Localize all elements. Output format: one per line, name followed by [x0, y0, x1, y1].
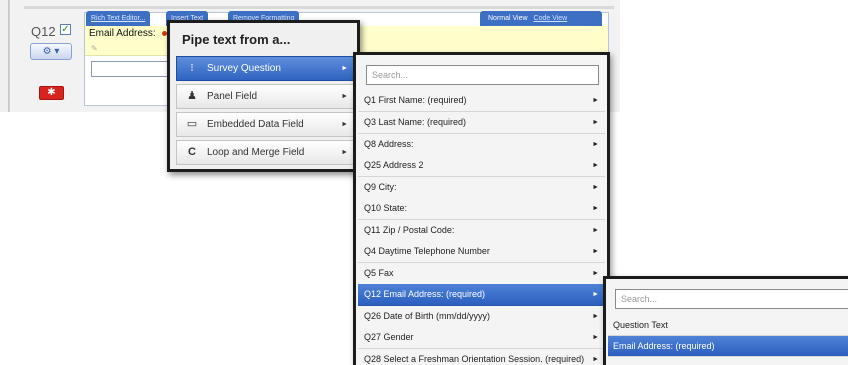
pipe-menu-item-survey-question[interactable]: ⁝ Survey Question ► — [176, 56, 355, 81]
field-menu-item-label: Email Address: (required) — [613, 341, 715, 351]
pipe-menu-title: Pipe text from a... — [182, 32, 291, 47]
pipe-menu-item-panel-field[interactable]: ♟ Panel Field ► — [176, 84, 355, 109]
submenu-arrow-icon: ► — [592, 162, 599, 169]
submenu-arrow-icon: ► — [592, 119, 599, 126]
question-menu-item-label: Q3 Last Name: (required) — [364, 117, 467, 127]
field-menu-item[interactable]: Question Text — [608, 315, 848, 336]
question-menu-item[interactable]: Q11 Zip / Postal Code: ► — [358, 220, 605, 242]
question-number: Q12 — [31, 24, 56, 39]
question-menu-item-label: Q26 Date of Birth (mm/dd/yyyy) — [364, 311, 491, 321]
pipe-menu-item-label: Loop and Merge Field — [207, 147, 305, 158]
submenu-arrow-icon: ► — [592, 205, 599, 212]
survey-question-icon: ⁝ — [190, 62, 194, 74]
pipe-text-menu: Pipe text from a... ⁝ Survey Question ► … — [167, 20, 360, 172]
submenu-arrow-icon: ► — [341, 149, 348, 156]
submenu-arrow-icon: ► — [341, 93, 348, 100]
submenu-arrow-icon: ► — [341, 65, 348, 72]
pipe-menu-item-label: Panel Field — [207, 91, 258, 102]
question-menu-item-label: Q12 Email Address: (required) — [364, 289, 486, 299]
code-view-link[interactable]: Code View — [534, 15, 568, 22]
question-menu-item-label: Q27 Gender — [364, 332, 414, 342]
left-gutter — [0, 0, 9, 112]
normal-view-tab[interactable]: Normal View — [488, 15, 528, 22]
submenu-arrow-icon: ► — [592, 313, 599, 320]
submenu-arrow-icon: ► — [592, 97, 599, 104]
question-panel-divider — [24, 6, 614, 9]
submenu-arrow-icon: ► — [592, 141, 599, 148]
question-menu-item[interactable]: Q25 Address 2 ► — [358, 155, 605, 177]
question-menu-item[interactable]: Q27 Gender ► — [358, 327, 605, 349]
survey-question-submenu: Search... Q1 First Name: (required) ► Q3… — [353, 52, 610, 365]
embedded-data-icon: ▭ — [186, 118, 198, 130]
question-menu-item[interactable]: Q28 Select a Freshman Orientation Sessio… — [358, 349, 605, 365]
question-menu-item-label: Q4 Daytime Telephone Number — [364, 246, 490, 256]
question-menu-item-label: Q1 First Name: (required) — [364, 95, 467, 105]
question-menu-item-label: Q28 Select a Freshman Orientation Sessio… — [364, 354, 585, 364]
pipe-menu-item-loop-merge-field[interactable]: C Loop and Merge Field ► — [176, 140, 355, 165]
submenu-arrow-icon: ► — [592, 356, 599, 363]
question-menu-item[interactable]: Q3 Last Name: (required) ► — [358, 112, 605, 134]
submenu-arrow-icon: ► — [592, 334, 599, 341]
question-menu-item[interactable]: Q5 Fax ► — [358, 263, 605, 285]
question-menu-item[interactable]: Q1 First Name: (required) ► — [358, 90, 605, 112]
field-menu-item-label: Question Text — [613, 320, 668, 330]
question-menu-item-selected[interactable]: Q12 Email Address: (required) ► — [358, 284, 605, 306]
loop-merge-icon: C — [188, 146, 196, 158]
submenu-arrow-icon: ► — [592, 184, 599, 191]
field-menu-item-selected[interactable]: Email Address: (required) — [608, 336, 848, 357]
question-menu-item[interactable]: Q8 Address: ► — [358, 134, 605, 156]
question-gear-dropdown-button[interactable]: ⚙ ▾ — [30, 43, 72, 60]
question-menu-item-label: Q25 Address 2 — [364, 160, 424, 170]
field-search-input[interactable]: Search... — [615, 289, 848, 309]
submenu-arrow-icon: ► — [592, 291, 599, 298]
question-menu-item[interactable]: Q10 State: ► — [358, 198, 605, 220]
panel-field-icon: ♟ — [187, 90, 197, 102]
question-delete-button[interactable]: ✱ — [39, 86, 64, 100]
submenu-arrow-icon: ► — [592, 227, 599, 234]
question-select-checkbox[interactable]: ✓ — [60, 24, 71, 35]
question-menu-item-label: Q5 Fax — [364, 268, 394, 278]
question-menu-item-label: Q10 State: — [364, 203, 408, 213]
edit-pencil-icon: ✎ — [91, 44, 98, 53]
question-menu-item[interactable]: Q26 Date of Birth (mm/dd/yyyy) ► — [358, 306, 605, 328]
pipe-menu-item-label: Embedded Data Field — [207, 119, 304, 130]
question-field-submenu: Search... Question Text Email Address: (… — [603, 276, 848, 365]
question-menu-item-label: Q9 City: — [364, 182, 397, 192]
question-menu-item-label: Q11 Zip / Postal Code: — [364, 225, 455, 235]
pipe-menu-item-embedded-data-field[interactable]: ▭ Embedded Data Field ► — [176, 112, 355, 137]
question-text-label: Email Address: — [89, 28, 156, 39]
submenu-arrow-icon: ► — [592, 248, 599, 255]
rich-text-editor-link[interactable]: Rich Text Editor... — [86, 11, 151, 26]
submenu-arrow-icon: ► — [341, 121, 348, 128]
view-toggle: Normal View Code View — [480, 11, 602, 26]
question-search-input[interactable]: Search... — [366, 65, 599, 85]
submenu-arrow-icon: ► — [592, 270, 599, 277]
pipe-menu-item-label: Survey Question — [207, 63, 281, 74]
question-menu-item[interactable]: Q9 City: ► — [358, 177, 605, 199]
question-menu-item-label: Q8 Address: — [364, 139, 414, 149]
question-menu-item[interactable]: Q4 Daytime Telephone Number ► — [358, 241, 605, 263]
